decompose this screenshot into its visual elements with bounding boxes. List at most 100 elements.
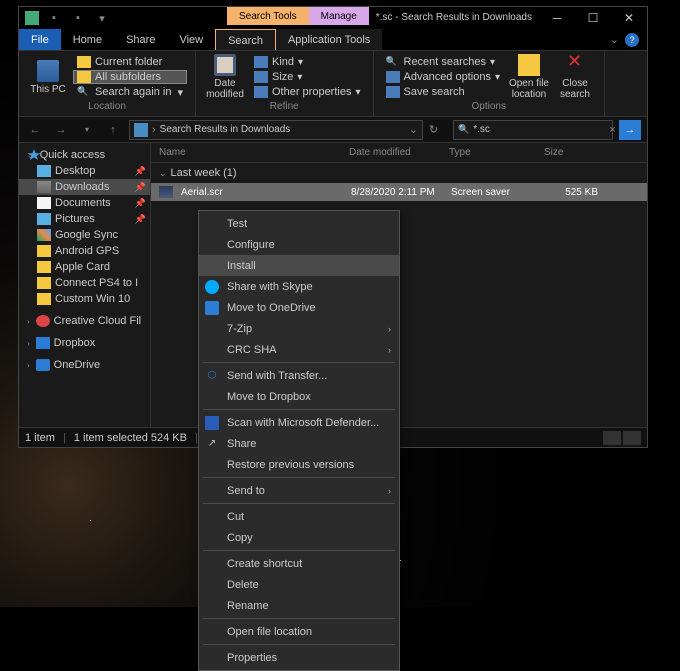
menu-item-open-file-location[interactable]: Open file location xyxy=(199,621,399,642)
other-properties-button[interactable]: Other properties ▾ xyxy=(250,85,365,99)
group-header[interactable]: ⌄ Last week (1) xyxy=(151,163,647,183)
up-button[interactable]: ↑ xyxy=(103,120,123,140)
sidebar-item-onedrive[interactable]: ›OneDrive xyxy=(19,357,150,373)
pin-icon: 📌 xyxy=(135,166,146,177)
tab-view[interactable]: View xyxy=(167,29,215,50)
folder-icon xyxy=(37,261,51,273)
ribbon: This PC Current folder All subfolders Se… xyxy=(19,51,647,117)
sidebar-item-custom-win-10[interactable]: Custom Win 10 xyxy=(19,291,150,307)
label: Close search xyxy=(554,78,596,100)
menu-item-rename[interactable]: Rename xyxy=(199,595,399,616)
label: Open file location xyxy=(508,78,550,100)
group-label-location: Location xyxy=(27,101,187,114)
advanced-options-button[interactable]: Advanced options ▾ xyxy=(382,70,504,84)
kind-button[interactable]: Kind ▾ xyxy=(250,55,365,69)
group-label-refine: Refine xyxy=(204,101,365,114)
clear-search-icon[interactable]: × xyxy=(609,124,615,136)
size-button[interactable]: Size ▾ xyxy=(250,70,365,84)
column-header-name[interactable]: Name xyxy=(151,147,341,158)
context-tab-search-tools[interactable]: Search Tools xyxy=(227,7,309,25)
collapse-ribbon-icon[interactable]: ⌄ xyxy=(610,33,619,46)
app-icon xyxy=(25,11,39,25)
menu-item-share[interactable]: ↗Share xyxy=(199,433,399,454)
sidebar-item-pictures[interactable]: Pictures📌 xyxy=(19,211,150,227)
sidebar-item-android-gps[interactable]: Android GPS xyxy=(19,243,150,259)
sidebar-item-google-sync[interactable]: Google Sync xyxy=(19,227,150,243)
gear-icon xyxy=(386,71,400,83)
chevron-down-icon[interactable]: ⌄ xyxy=(409,123,418,136)
menu-item-share-with-skype[interactable]: Share with Skype xyxy=(199,276,399,297)
tab-file[interactable]: File xyxy=(19,29,61,50)
menu-item-copy[interactable]: Copy xyxy=(199,527,399,548)
sidebar-item-downloads[interactable]: Downloads📌 xyxy=(19,179,150,195)
tab-share[interactable]: Share xyxy=(114,29,167,50)
tab-search[interactable]: Search xyxy=(215,29,276,50)
context-tab-manage[interactable]: Manage xyxy=(309,7,369,25)
menu-item-move-to-dropbox[interactable]: Move to Dropbox xyxy=(199,386,399,407)
menu-item-properties[interactable]: Properties xyxy=(199,647,399,668)
sidebar-item-dropbox[interactable]: ›Dropbox xyxy=(19,335,150,351)
minimize-button[interactable]: ─ xyxy=(539,7,575,29)
quick-access[interactable]: ⌄ Quick access xyxy=(19,147,150,163)
open-file-location-button[interactable]: Open file location xyxy=(508,53,550,101)
menu-item-move-to-onedrive[interactable]: Move to OneDrive xyxy=(199,297,399,318)
sidebar-item-documents[interactable]: Documents📌 xyxy=(19,195,150,211)
search-input[interactable] xyxy=(473,124,605,135)
share-icon: ↗ xyxy=(205,437,219,451)
history-dropdown[interactable]: ▾ xyxy=(77,120,97,140)
ribbon-tabs: File Home Share View Search Application … xyxy=(19,29,647,51)
forward-button[interactable]: → xyxy=(51,120,71,140)
tab-application-tools[interactable]: Application Tools xyxy=(276,29,382,50)
breadcrumb[interactable]: › Search Results in Downloads ⌄ xyxy=(129,120,423,140)
column-headers: Name Date modified Type Size xyxy=(151,143,647,163)
help-icon[interactable]: ? xyxy=(625,33,639,47)
column-header-date[interactable]: Date modified xyxy=(341,147,441,158)
maximize-button[interactable]: ☐ xyxy=(575,7,611,29)
menu-item-send-with-transfer-[interactable]: ⬡Send with Transfer... xyxy=(199,365,399,386)
search-again-button[interactable]: Search again in▾ xyxy=(73,85,187,100)
menu-item-restore-previous-versions[interactable]: Restore previous versions xyxy=(199,454,399,475)
sidebar-item-apple-card[interactable]: Apple Card xyxy=(19,259,150,275)
recent-searches-button[interactable]: Recent searches ▾ xyxy=(382,55,504,69)
menu-item-cut[interactable]: Cut xyxy=(199,506,399,527)
menu-item-configure[interactable]: Configure xyxy=(199,234,399,255)
skype-icon xyxy=(205,280,219,294)
view-large-button[interactable] xyxy=(623,431,641,445)
dropbox-icon xyxy=(36,337,50,349)
search-icon: 🔍 xyxy=(458,124,469,135)
menu-item-delete[interactable]: Delete xyxy=(199,574,399,595)
menu-item-send-to[interactable]: Send to› xyxy=(199,480,399,501)
search-go-button[interactable]: → xyxy=(619,120,641,140)
tab-home[interactable]: Home xyxy=(61,29,114,50)
menu-item-scan-with-microsoft-defender-[interactable]: Scan with Microsoft Defender... xyxy=(199,412,399,433)
date-modified-button[interactable]: Date modified xyxy=(204,53,246,101)
all-subfolders-button[interactable]: All subfolders xyxy=(73,70,187,84)
label: Date modified xyxy=(204,78,246,100)
od-icon xyxy=(205,301,219,315)
save-search-button[interactable]: Save search xyxy=(382,85,504,99)
menu-item-create-shortcut[interactable]: Create shortcut xyxy=(199,553,399,574)
menu-item-test[interactable]: Test xyxy=(199,213,399,234)
title-bar[interactable]: ▪ ▪ ▾ Search Tools Manage *.sc - Search … xyxy=(19,7,647,29)
menu-item-7-zip[interactable]: 7-Zip› xyxy=(199,318,399,339)
view-details-button[interactable] xyxy=(603,431,621,445)
file-row[interactable]: Aerial.scr 8/28/2020 2:11 PM Screen save… xyxy=(151,183,647,201)
qat-button[interactable]: ▪ xyxy=(69,12,87,24)
close-button[interactable]: ✕ xyxy=(611,7,647,29)
qat-dropdown[interactable]: ▾ xyxy=(93,12,111,25)
menu-item-install[interactable]: Install xyxy=(199,255,399,276)
search-box[interactable]: 🔍 × xyxy=(453,120,613,140)
sidebar-item-connect-ps4-to-i[interactable]: Connect PS4 to I xyxy=(19,275,150,291)
search-results-icon xyxy=(134,123,148,137)
refresh-button[interactable]: ↻ xyxy=(429,123,447,136)
sidebar-item-desktop[interactable]: Desktop📌 xyxy=(19,163,150,179)
back-button[interactable]: ← xyxy=(25,120,45,140)
column-header-size[interactable]: Size xyxy=(536,147,596,158)
sidebar-item-creative-cloud[interactable]: ›Creative Cloud Fil xyxy=(19,313,150,329)
this-pc-button[interactable]: This PC xyxy=(27,53,69,101)
current-folder-button[interactable]: Current folder xyxy=(73,55,187,69)
column-header-type[interactable]: Type xyxy=(441,147,536,158)
menu-item-crc-sha[interactable]: CRC SHA› xyxy=(199,339,399,360)
close-search-button[interactable]: Close search xyxy=(554,53,596,101)
qat-button[interactable]: ▪ xyxy=(45,12,63,24)
